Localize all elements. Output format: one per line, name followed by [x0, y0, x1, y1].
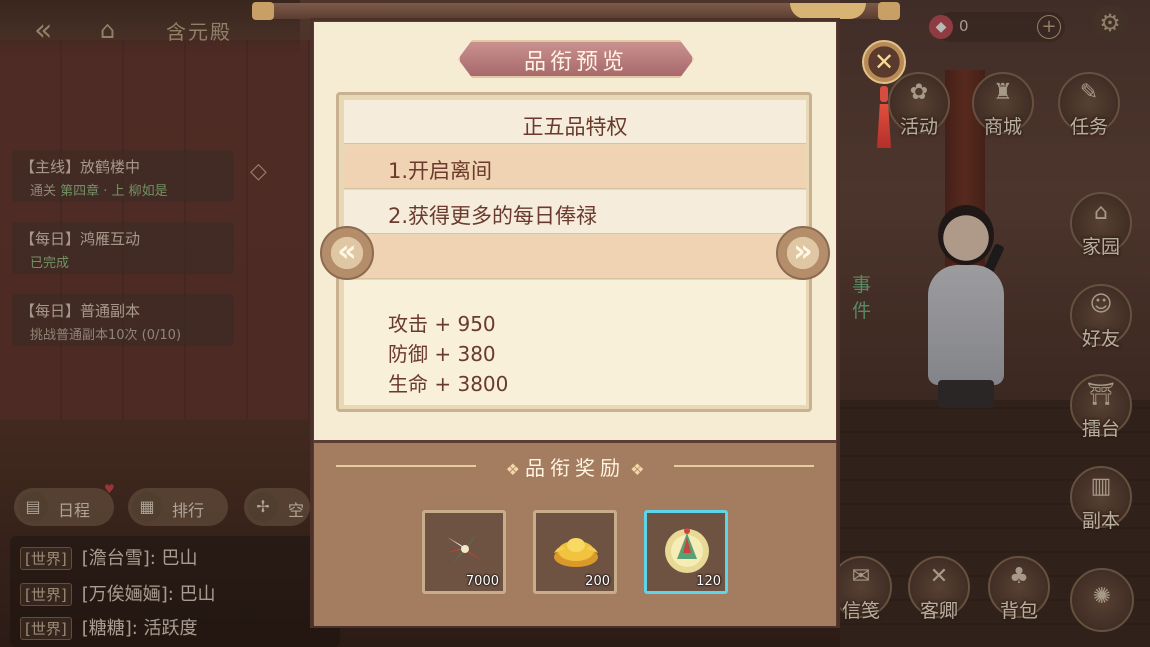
- chevron-left-icon: «: [337, 234, 357, 269]
- rod-ornament: [790, 3, 866, 19]
- modal-title: 品衔预览: [523, 50, 628, 75]
- reward-slot[interactable]: 200: [533, 510, 617, 594]
- reward-slot-selected[interactable]: 120: [644, 510, 728, 594]
- reward-slot[interactable]: 7000: [422, 510, 506, 594]
- reward-count: 7000: [465, 574, 499, 589]
- reward-count: 120: [696, 574, 721, 589]
- privilege-row: 1.开启离间: [344, 145, 806, 189]
- reward-heading: ❖ 品衔奖励 ❖: [480, 452, 670, 481]
- privilege-text: 2.获得更多的每日俸禄: [388, 204, 598, 228]
- reward-heading-text: 品衔奖励: [525, 456, 625, 480]
- scroll-rod: [252, 2, 900, 20]
- stat-health: 生命 + 3800: [388, 372, 509, 396]
- stat-defense: 防御 + 380: [388, 342, 496, 366]
- chevron-right-icon: »: [793, 234, 813, 269]
- diamond-ornament-icon: ❖: [625, 460, 645, 479]
- red-tassel-ornament: [877, 86, 891, 148]
- divider-line: [336, 465, 476, 467]
- prev-rank-button[interactable]: «: [320, 226, 374, 280]
- gold-ingot-icon: [554, 538, 598, 567]
- close-icon: ✕: [873, 48, 895, 76]
- diamond-ornament-icon: ❖: [505, 460, 525, 479]
- rank-title-row: 正五品特权: [344, 100, 806, 144]
- close-button[interactable]: ✕: [862, 40, 906, 84]
- rank-title: 正五品特权: [522, 115, 628, 139]
- next-rank-button[interactable]: »: [776, 226, 830, 280]
- reward-count: 200: [585, 574, 610, 589]
- pinwheel-dart-icon: [445, 531, 483, 567]
- jade-token-icon: [665, 528, 709, 573]
- stat-attack: 攻击 + 950: [388, 312, 496, 336]
- privilege-row-empty: [344, 235, 806, 279]
- privilege-text: 1.开启离间: [388, 159, 493, 183]
- divider-line: [674, 465, 814, 467]
- privilege-row: 2.获得更多的每日俸禄: [344, 190, 806, 234]
